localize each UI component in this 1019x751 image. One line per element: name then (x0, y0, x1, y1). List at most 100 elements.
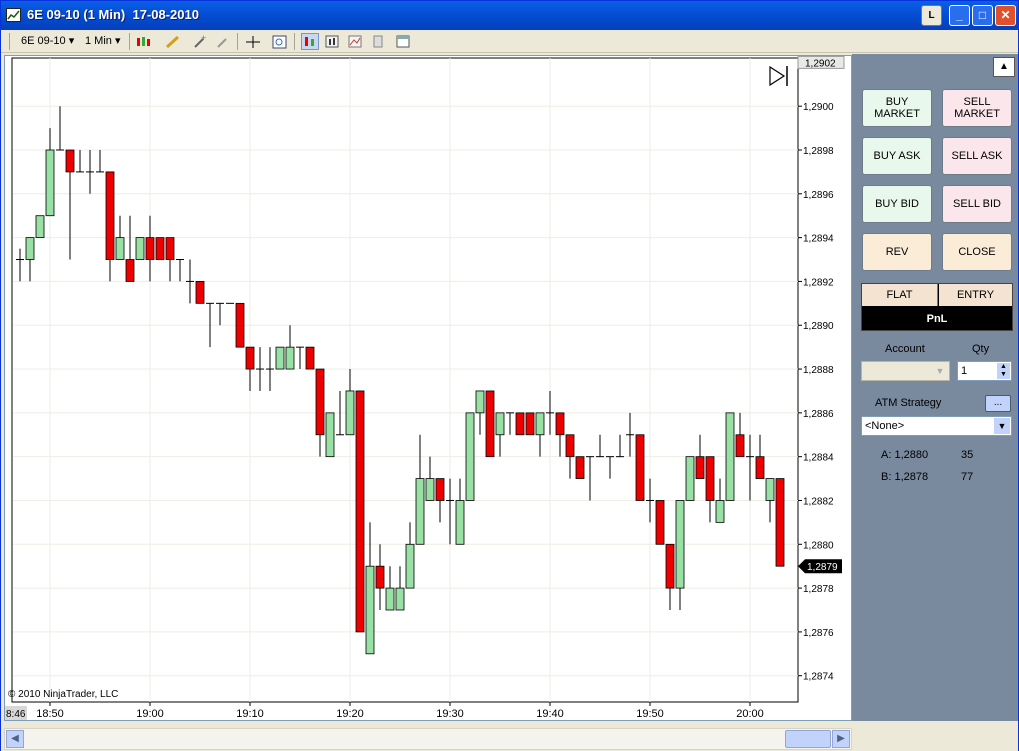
candle-body (695, 456, 705, 479)
candle-body (25, 237, 35, 260)
candle-body (115, 237, 125, 260)
candle-body (105, 171, 115, 260)
title-bar[interactable]: 6E 09-10 (1 Min) 17-08-2010 L _ □ ✕ (1, 1, 1018, 30)
maximize-button[interactable]: □ (972, 5, 993, 26)
buy-market-button[interactable]: BUY MARKET (862, 89, 932, 127)
candle-body (415, 478, 425, 545)
x-tick-label: 19:20 (336, 708, 364, 720)
buy-ask-button[interactable]: BUY ASK (862, 137, 932, 175)
pencil-icon[interactable] (164, 33, 182, 50)
candle-body (355, 390, 365, 633)
sell-market-button[interactable]: SELL MARKET (942, 89, 1012, 127)
atm-strategy-options-button[interactable]: ... (985, 395, 1011, 412)
candle-body (735, 434, 745, 458)
candle-body (395, 587, 405, 611)
reverse-button[interactable]: REV (862, 233, 932, 271)
y-tick-label: 1,2888 (803, 365, 834, 376)
candle-body (365, 565, 375, 655)
candle-body (775, 478, 785, 567)
close-position-button[interactable]: CLOSE (942, 233, 1012, 271)
qty-up-icon[interactable]: ▲ (997, 363, 1010, 371)
toolbar-separator (129, 33, 130, 50)
candle-body (525, 412, 535, 436)
maximize-icon: □ (978, 8, 987, 22)
sell-bid-button[interactable]: SELL BID (942, 185, 1012, 223)
minimize-button[interactable]: _ (949, 5, 970, 26)
candle-body (275, 346, 285, 370)
candle-body (765, 478, 775, 501)
candle-body (455, 500, 465, 545)
candle-body (425, 478, 435, 501)
y-tick-label: 1,2886 (803, 409, 834, 420)
x-tick-label: 18:50 (36, 708, 64, 720)
data-series-icon[interactable] (323, 33, 341, 50)
bar-style-icon[interactable] (134, 33, 152, 50)
x-tick-label: 19:40 (536, 708, 564, 720)
x-tick-label: 19:10 (236, 708, 264, 720)
interval-selector[interactable]: 1 Min ▾ (85, 33, 121, 50)
y-tick-label: 1,2882 (803, 496, 834, 507)
crosshair-icon[interactable] (244, 33, 262, 50)
candle-body (675, 500, 685, 589)
toolbar-separator (237, 33, 238, 50)
y-tick-label: 1,2892 (803, 277, 834, 288)
chart-app-icon (6, 8, 21, 22)
strategies-icon[interactable] (369, 33, 387, 50)
candle-body (65, 149, 75, 173)
zoom-in-icon[interactable]: + (191, 33, 209, 50)
candle-body (485, 390, 495, 458)
candlestick-chart[interactable]: 1,2900 1,2898 1,2896 1,2894 1,2892 1,2890 1,28… (5, 56, 851, 720)
app-window: 6E 09-10 (1 Min) 17-08-2010 L _ □ ✕ 6E 0… (0, 0, 1019, 751)
properties-icon[interactable] (394, 33, 412, 50)
chevron-down-icon: ▼ (994, 418, 1010, 434)
position-display: FLAT ENTRY PnL (861, 283, 1013, 331)
candle-body (515, 412, 525, 436)
chart-trader-icon[interactable] (301, 33, 319, 50)
instrument-label: 6E 09-10 (21, 35, 66, 47)
chart-toolbar: 6E 09-10 ▾ 1 Min ▾ + (1, 30, 1018, 53)
candle-body (375, 565, 385, 589)
candle-body (245, 346, 255, 370)
ask-size: 35 (961, 449, 974, 461)
y-tick-label: 1,2898 (803, 146, 834, 157)
zoom-out-icon[interactable] (214, 33, 232, 50)
candle-body (575, 456, 585, 479)
magnifier-icon[interactable] (271, 33, 289, 50)
candle-body (235, 302, 245, 348)
account-dropdown[interactable]: ▼ (861, 361, 950, 381)
indicators-icon[interactable] (346, 33, 364, 50)
candle-body (465, 412, 475, 501)
bid-size: 77 (961, 471, 974, 483)
horizontal-scrollbar[interactable]: ◀ ▶ (4, 728, 852, 750)
candle-body (725, 412, 735, 501)
svg-text:+: + (201, 35, 206, 43)
link-button[interactable]: L (921, 5, 942, 26)
qty-stepper[interactable]: 1 ▲ ▼ (957, 361, 1012, 381)
top-price-label: 1,2902 (805, 58, 836, 69)
candle-body (325, 412, 335, 458)
atm-strategy-value: <None> (865, 420, 905, 432)
sell-ask-button[interactable]: SELL ASK (942, 137, 1012, 175)
price-chart[interactable]: 1,2900 1,2898 1,2896 1,2894 1,2892 1,2890 1,28… (4, 55, 852, 721)
candle-body (35, 215, 45, 239)
candle-body (345, 390, 355, 436)
pnl-display: PnL (926, 313, 948, 325)
scroll-left-icon[interactable]: ◀ (6, 730, 24, 748)
qty-down-icon[interactable]: ▼ (997, 371, 1010, 379)
candle-body (705, 456, 715, 501)
y-tick-label: 1,2876 (803, 628, 834, 639)
collapse-panel-button[interactable]: ▲ (993, 57, 1015, 77)
scrollbar-thumb[interactable] (785, 730, 831, 748)
atm-strategy-dropdown[interactable]: <None> ▼ (861, 416, 1012, 436)
close-button[interactable]: ✕ (995, 5, 1016, 26)
bid-price: B: 1,2878 (881, 471, 929, 483)
y-tick-label: 1,2884 (803, 453, 834, 464)
buy-bid-button[interactable]: BUY BID (862, 185, 932, 223)
position-status: FLAT (862, 284, 938, 306)
candle-body (385, 587, 395, 611)
copyright-text: © 2010 NinjaTrader, LLC (8, 689, 119, 700)
candle-body (305, 346, 315, 370)
instrument-selector[interactable]: 6E 09-10 ▾ (21, 33, 74, 50)
scroll-right-icon[interactable]: ▶ (832, 730, 850, 748)
chevron-down-icon: ▾ (68, 35, 75, 47)
